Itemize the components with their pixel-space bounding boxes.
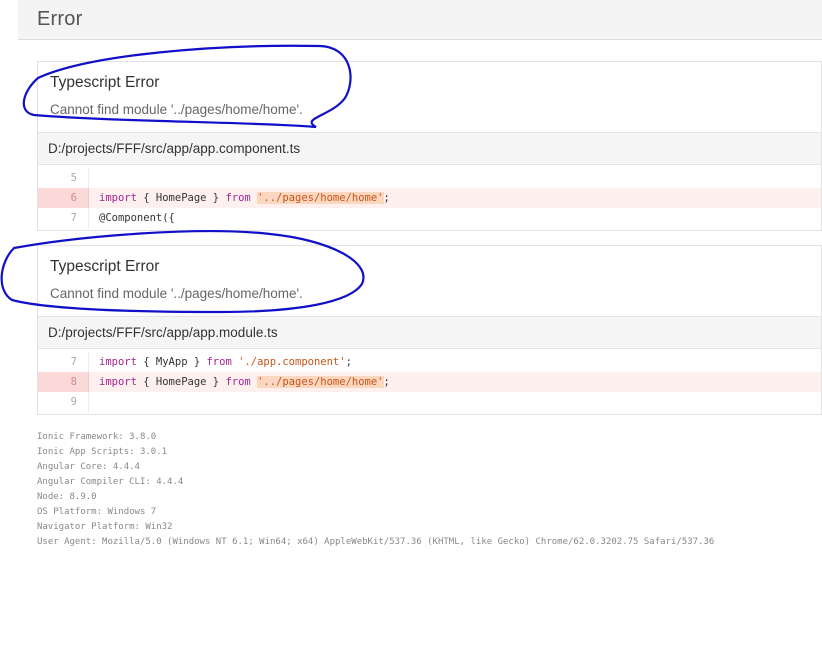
source-code: import { HomePage } from '../pages/home/… <box>89 372 390 392</box>
source-code <box>89 168 99 188</box>
code-line: 9 <box>38 392 821 412</box>
code-text: ; <box>345 356 352 368</box>
code-keyword: import <box>99 356 137 368</box>
error-summary: Typescript Error Cannot find module '../… <box>38 62 821 132</box>
page-title: Error <box>37 8 83 30</box>
code-text: ; <box>383 376 390 388</box>
error-box-app-module: Typescript Error Cannot find module '../… <box>37 245 822 415</box>
file-path: D:/projects/FFF/src/app/app.component.ts <box>38 132 821 165</box>
code-line: 5 <box>38 168 821 188</box>
error-summary: Typescript Error Cannot find module '../… <box>38 246 821 316</box>
env-line: Navigator Platform: Win32 <box>37 522 173 532</box>
env-line: Angular Compiler CLI: 4.4.4 <box>37 477 184 487</box>
source-code: @Component({ <box>89 208 175 228</box>
code-keyword: from <box>206 356 232 368</box>
env-line: OS Platform: Windows 7 <box>37 507 157 517</box>
error-title: Typescript Error <box>50 258 160 275</box>
code-text: { MyApp } <box>136 356 207 368</box>
source-code: import { HomePage } from '../pages/home/… <box>89 188 390 208</box>
code-snippet: 5 6 import { HomePage } from '../pages/hom… <box>38 165 821 230</box>
code-keyword: from <box>225 376 251 388</box>
code-keyword: import <box>99 192 137 204</box>
code-text: ; <box>383 192 390 204</box>
code-keyword: import <box>99 376 137 388</box>
code-text: @Component({ <box>99 212 175 224</box>
code-text: { HomePage } <box>136 192 226 204</box>
line-number: 9 <box>38 392 89 412</box>
error-box-app-component: Typescript Error Cannot find module '../… <box>37 61 822 231</box>
file-path: D:/projects/FFF/src/app/app.module.ts <box>38 316 821 349</box>
line-number: 7 <box>38 352 89 372</box>
env-line: Node: 8.9.0 <box>37 492 97 502</box>
env-line: Angular Core: 4.4.4 <box>37 462 140 472</box>
error-line: 6 import { HomePage } from '../pages/home… <box>38 188 821 208</box>
error-title: Typescript Error <box>50 74 160 91</box>
error-message: Cannot find module '../pages/home/home'. <box>50 102 303 117</box>
code-keyword: from <box>225 192 251 204</box>
code-snippet: 7 import { MyApp } from './app.component'… <box>38 349 821 414</box>
code-string: '../pages/home/home' <box>257 376 384 388</box>
source-code: import { MyApp } from './app.component'; <box>89 352 352 372</box>
code-text: { HomePage } <box>136 376 226 388</box>
env-line: Ionic Framework: 3.8.0 <box>37 432 157 442</box>
env-line: Ionic App Scripts: 3.0.1 <box>37 447 168 457</box>
code-line: 7 import { MyApp } from './app.component'… <box>38 352 821 372</box>
line-number: 6 <box>38 188 89 208</box>
code-string: '../pages/home/home' <box>257 192 384 204</box>
error-line: 8 import { HomePage } from '../pages/home… <box>38 372 821 392</box>
error-header: Error <box>18 0 822 40</box>
env-line: User Agent: Mozilla/5.0 (Windows NT 6.1;… <box>37 537 715 547</box>
error-message: Cannot find module '../pages/home/home'. <box>50 286 303 301</box>
line-number: 7 <box>38 208 89 228</box>
line-number: 8 <box>38 372 89 392</box>
environment-info: Ionic Framework: 3.8.0 Ionic App Scripts… <box>37 430 714 550</box>
line-number: 5 <box>38 168 89 188</box>
code-string: './app.component' <box>238 356 346 368</box>
code-line: 7 @Component({ <box>38 208 821 228</box>
source-code <box>89 392 99 412</box>
